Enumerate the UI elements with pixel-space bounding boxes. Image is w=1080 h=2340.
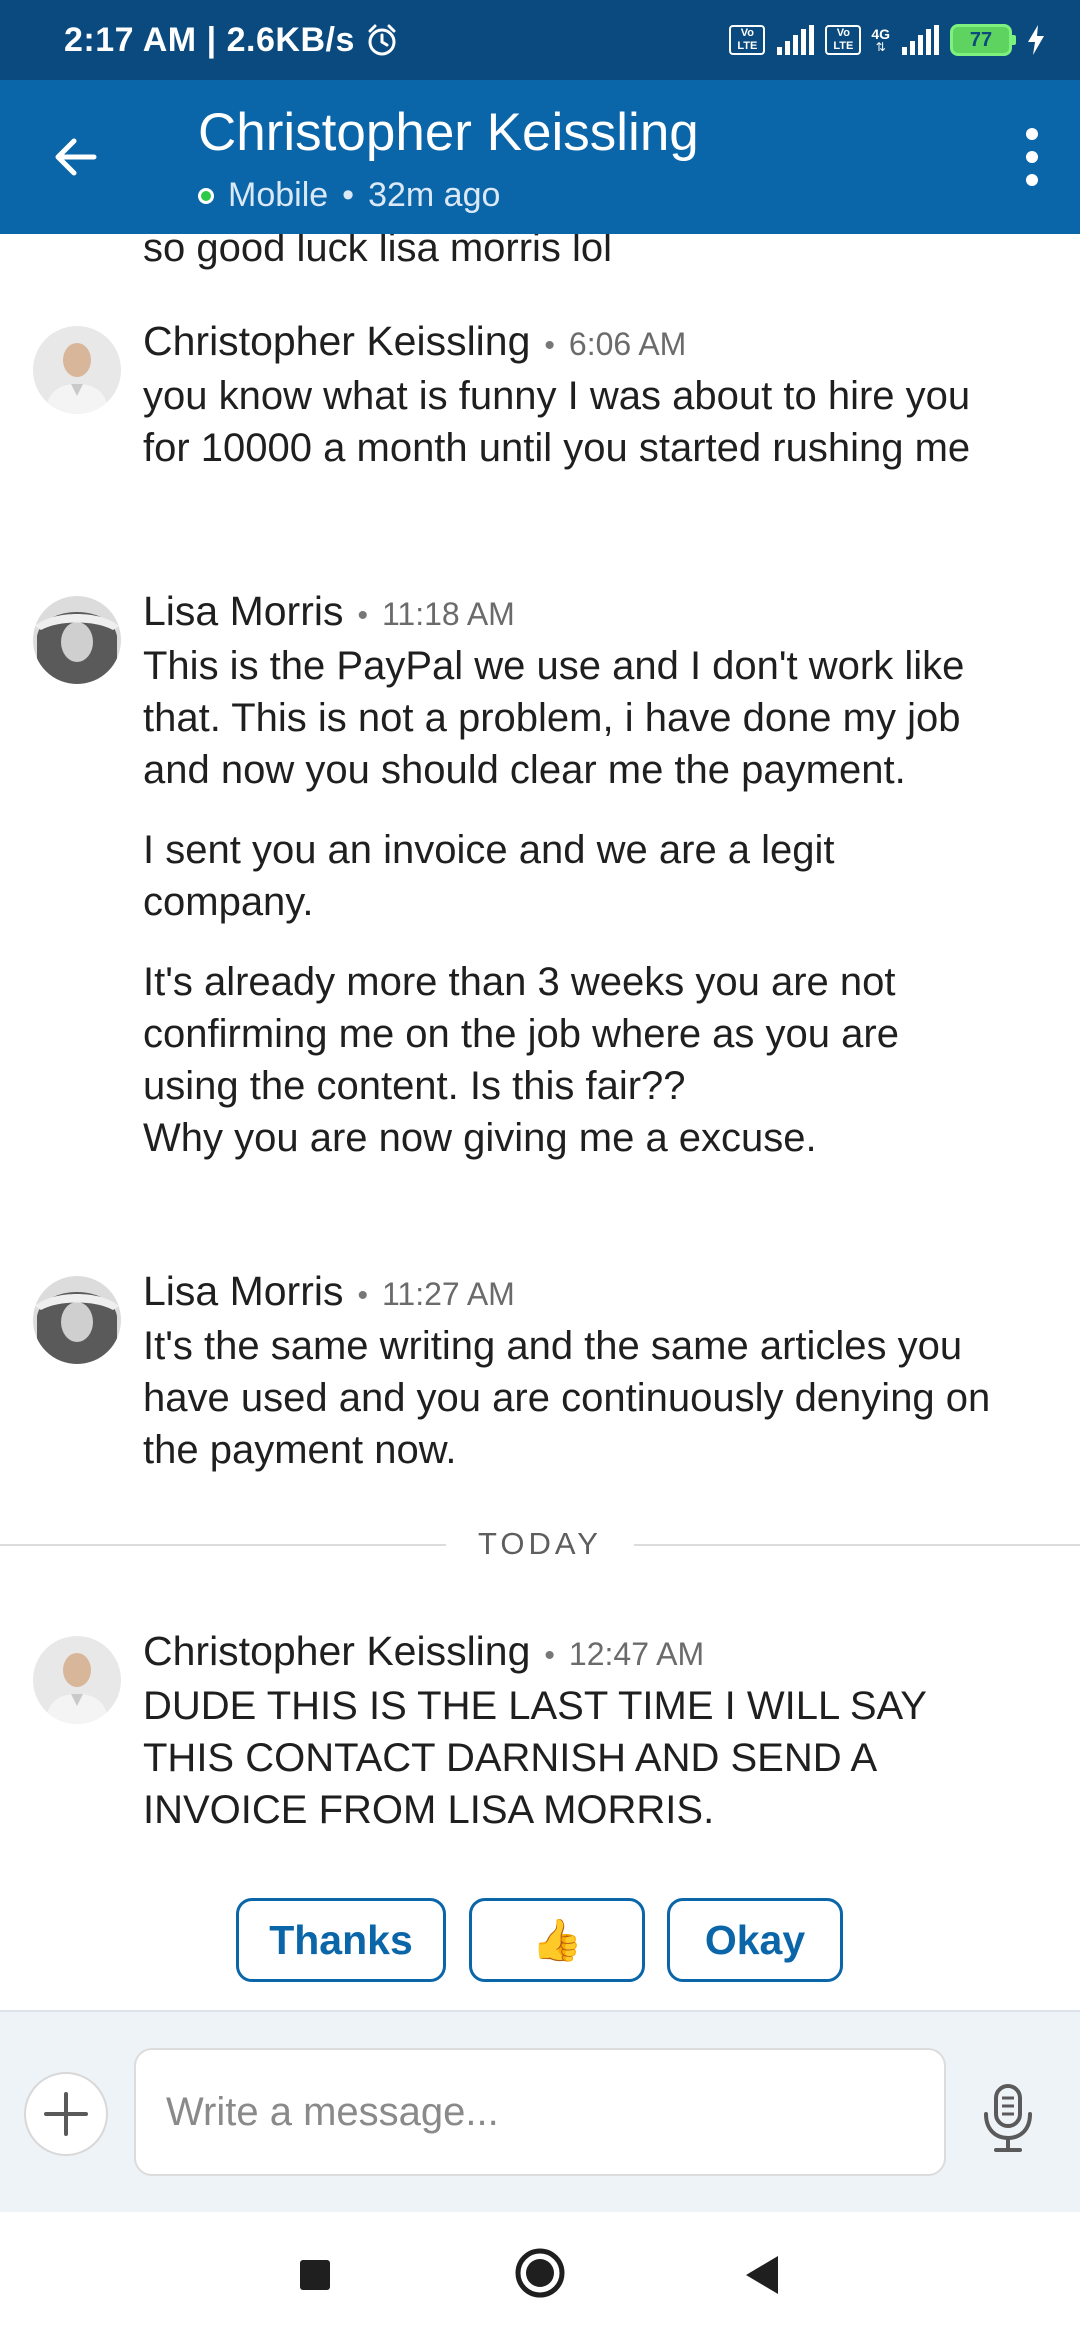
quick-replies: Thanks 👍 Okay (0, 1898, 1080, 1988)
online-dot-icon (198, 187, 214, 204)
contact-name[interactable]: Christopher Keissling (198, 102, 699, 163)
microphone-icon[interactable] (976, 2082, 1040, 2154)
message-text: It's the same writing and the same artic… (143, 1324, 991, 1472)
network-type: 4G ⇅ (871, 26, 890, 54)
data-arrows-icon: ⇅ (875, 40, 886, 54)
recents-button[interactable] (300, 2260, 330, 2290)
avatar[interactable] (33, 1636, 121, 1724)
more-options-icon[interactable] (1012, 122, 1052, 192)
message-body: you know what is funny I was about to hi… (143, 370, 1003, 502)
alarm-icon (368, 24, 396, 56)
message-item: Christopher Keissling • 6:06 AM you know… (0, 318, 1080, 566)
sender-name[interactable]: Lisa Morris (143, 588, 343, 635)
volte-badge-1: Vo LTE (729, 25, 766, 55)
add-attachment-button[interactable] (24, 2072, 108, 2156)
message-text: I sent you an invoice and we are a legit… (143, 828, 835, 924)
message-input[interactable]: Write a message... (134, 2048, 946, 2176)
back-arrow-icon[interactable] (44, 125, 108, 189)
battery-level: 77 (950, 24, 1012, 56)
status-time: 2:17 AM (64, 21, 197, 59)
last-seen: 32m ago (368, 176, 501, 214)
message-time: 12:47 AM (568, 1636, 705, 1672)
previous-message-text: so good luck lisa morris lol (143, 234, 613, 270)
avatar[interactable] (33, 596, 121, 684)
avatar[interactable] (33, 326, 121, 414)
status-bar: 2:17 AM | 2.6KB/s Vo LTE Vo LTE 4G ⇅ 77 (0, 0, 1080, 80)
battery-indicator: 77 (950, 24, 1016, 56)
presence-status: Mobile • 32m ago (198, 176, 500, 215)
message-header: Lisa Morris • 11:18 AM (143, 588, 515, 635)
plus-icon (44, 2092, 88, 2136)
network-speed: 2.6KB/s (226, 21, 355, 59)
presence-label: Mobile (228, 176, 329, 214)
quick-reply-thanks[interactable]: Thanks (236, 1898, 446, 1982)
message-header: Lisa Morris • 11:27 AM (143, 1268, 515, 1315)
day-divider: TODAY (0, 1524, 1080, 1564)
charging-icon (1028, 25, 1044, 55)
signal-icon-2 (902, 25, 939, 55)
sender-name[interactable]: Lisa Morris (143, 1268, 343, 1315)
conversation-header: Christopher Keissling Mobile • 32m ago (0, 80, 1080, 234)
home-button[interactable] (514, 2247, 566, 2299)
message-body: It's the same writing and the same artic… (143, 1320, 1003, 1504)
message-text: DUDE THIS IS THE LAST TIME I WILL SAY TH… (143, 1684, 927, 1832)
volte-badge-2: Vo LTE (825, 25, 862, 55)
sender-name[interactable]: Christopher Keissling (143, 1628, 530, 1675)
message-time: 11:27 AM (382, 1276, 515, 1312)
message-text: you know what is funny I was about to hi… (143, 374, 971, 470)
message-time: 11:18 AM (382, 596, 515, 632)
message-body: This is the PayPal we use and I don't wo… (143, 640, 1003, 1192)
message-header: Christopher Keissling • 6:06 AM (143, 318, 687, 365)
message-text: This is the PayPal we use and I don't wo… (143, 644, 965, 792)
avatar[interactable] (33, 1276, 121, 1364)
message-composer: Write a message... (0, 2010, 1080, 2212)
system-nav-bar (0, 2212, 1080, 2340)
message-header: Christopher Keissling • 12:47 AM (143, 1628, 705, 1675)
quick-reply-thumbs-up[interactable]: 👍 (469, 1898, 645, 1982)
message-item: Christopher Keissling • 12:47 AM DUDE TH… (0, 1628, 1080, 1846)
status-left: 2:17 AM | 2.6KB/s (64, 0, 399, 80)
day-divider-label: TODAY (478, 1526, 602, 1561)
message-list[interactable]: so good luck lisa morris lol Christopher… (0, 234, 1080, 2010)
signal-icon-1 (777, 25, 815, 55)
message-time: 6:06 AM (568, 326, 687, 362)
quick-reply-okay[interactable]: Okay (667, 1898, 843, 1982)
nav-back-icon[interactable] (742, 2254, 782, 2296)
sender-name[interactable]: Christopher Keissling (143, 318, 530, 365)
message-item: Lisa Morris • 11:18 AM This is the PayPa… (0, 588, 1080, 1216)
message-body: DUDE THIS IS THE LAST TIME I WILL SAY TH… (143, 1680, 1003, 1864)
status-right: Vo LTE Vo LTE 4G ⇅ 77 (729, 0, 1046, 80)
message-text: It's already more than 3 weeks you are n… (143, 960, 899, 1160)
message-item: Lisa Morris • 11:27 AM It's the same wri… (0, 1268, 1080, 1486)
